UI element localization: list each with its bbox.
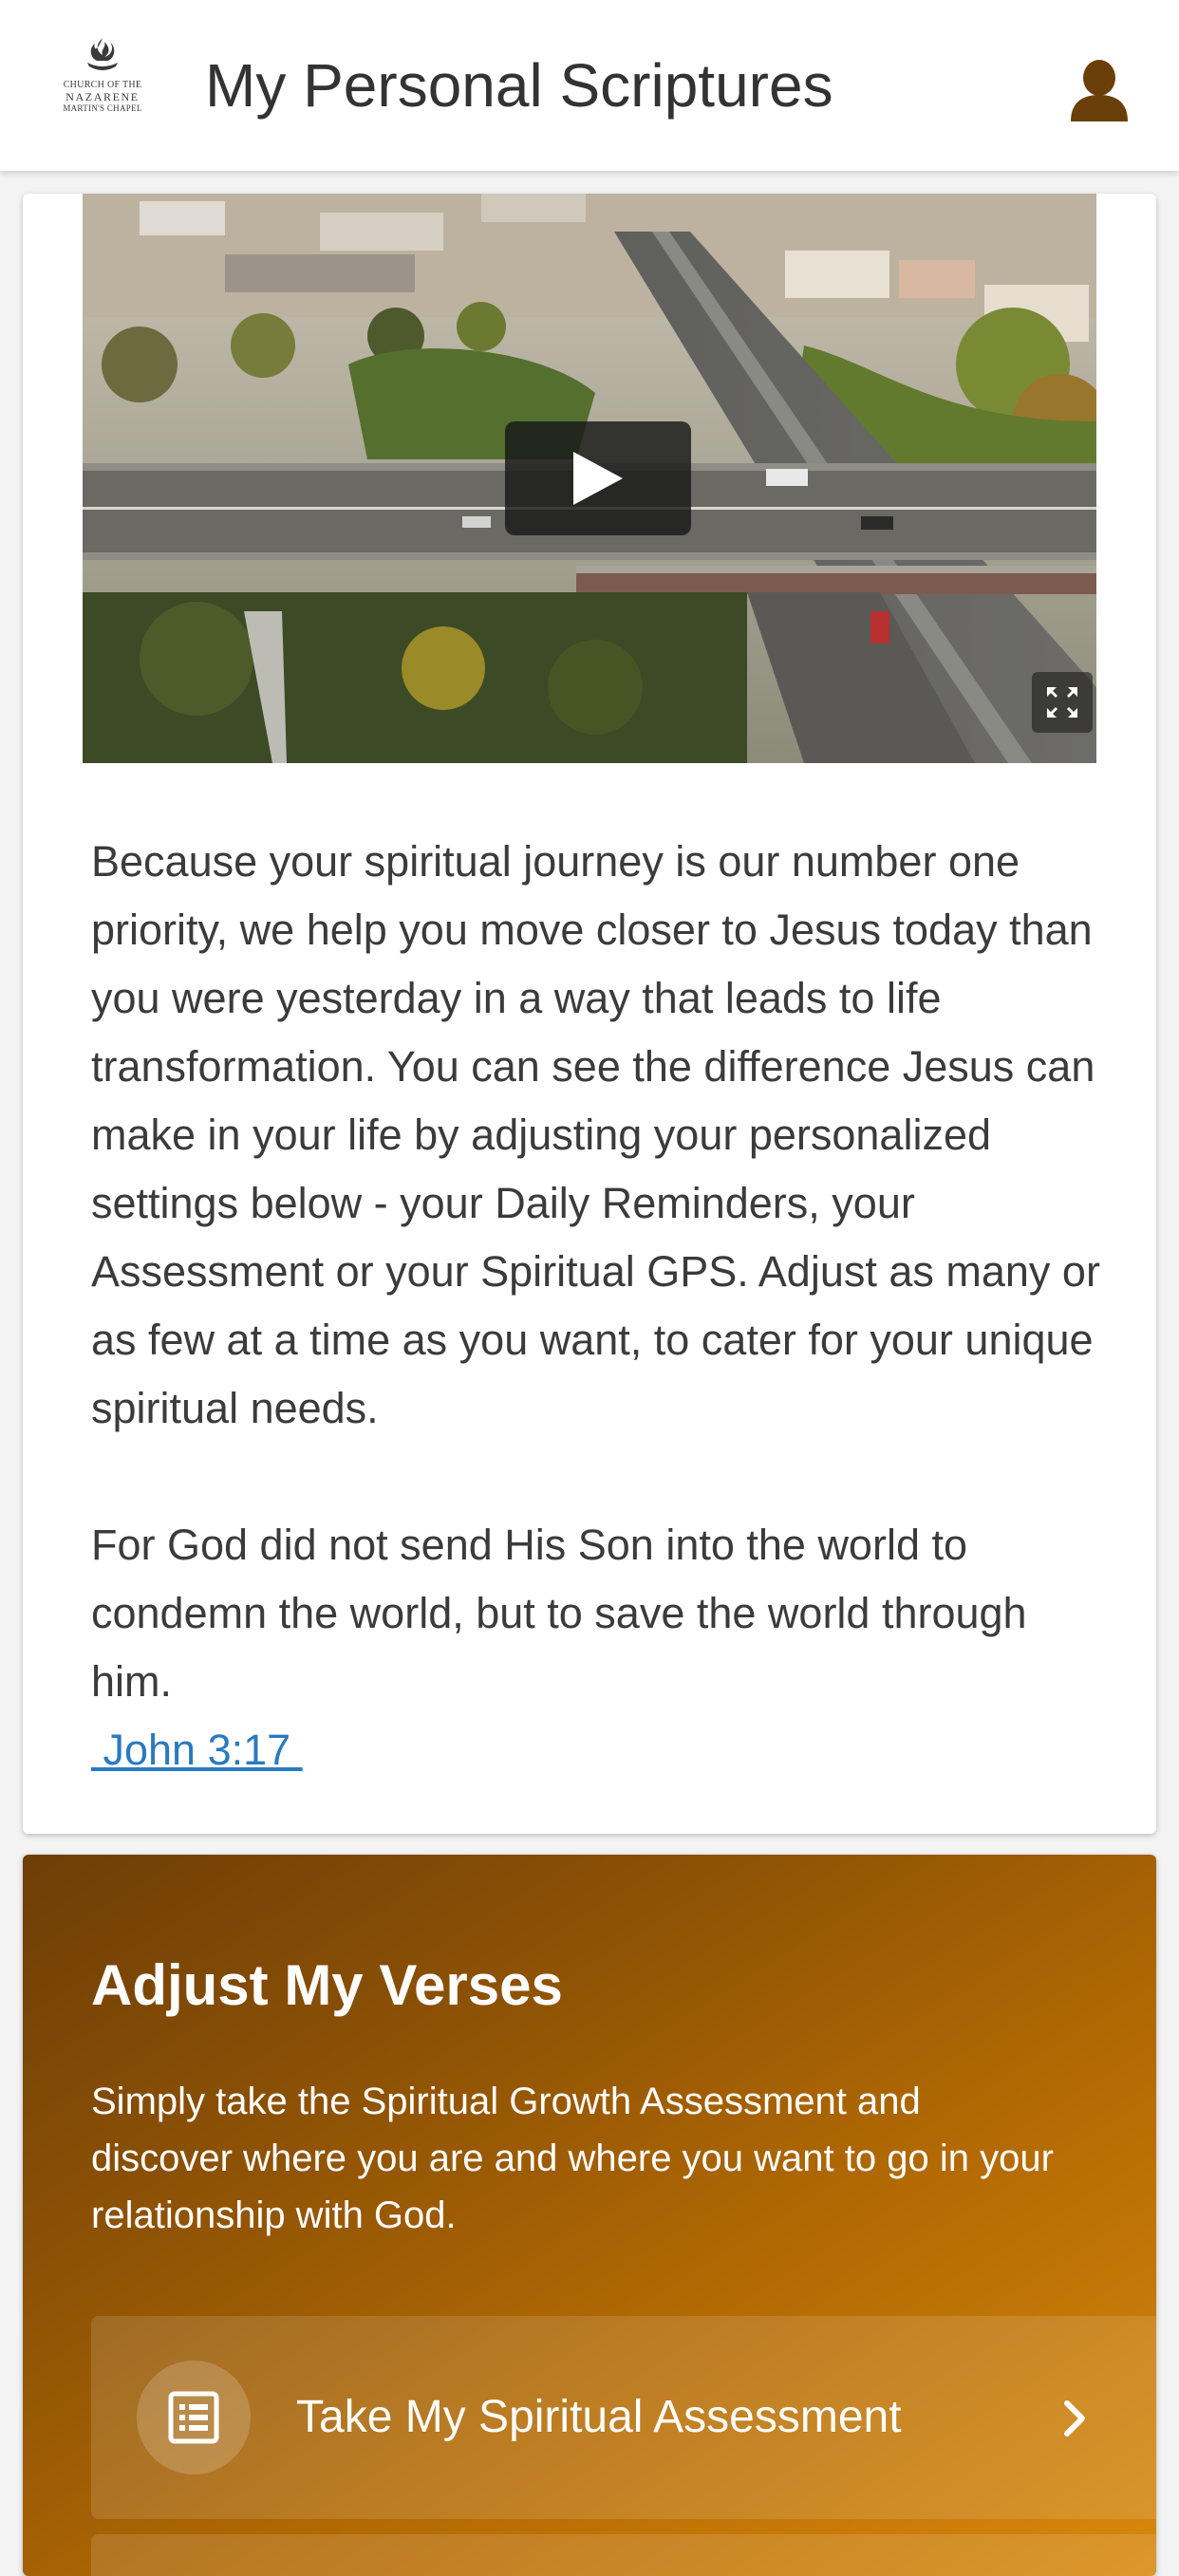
fullscreen-button[interactable]: [1032, 672, 1093, 733]
take-assessment-label: Take My Spiritual Assessment: [296, 2392, 902, 2442]
app-header: CHURCH OF THE NAZARENE MARTIN'S CHAPEL M…: [0, 0, 1179, 171]
list-icon: [137, 2361, 251, 2474]
page-title: My Personal Scriptures: [205, 51, 833, 120]
section-title: Adjust My Verses: [91, 1953, 563, 2017]
section-description: Simply take the Spiritual Growth Assessm…: [91, 2081, 1054, 2236]
chevron-right-icon: [1064, 2400, 1085, 2436]
take-assessment-button[interactable]: Take My Spiritual Assessment: [91, 2316, 1156, 2519]
scripture-reference-link[interactable]: John 3:17: [91, 1716, 303, 1784]
logo-line-chapel: MARTIN'S CHAPEL: [63, 103, 142, 113]
intro-card: Because your spiritual journey is our nu…: [23, 194, 1156, 1834]
play-button[interactable]: [505, 421, 691, 535]
play-icon: [573, 452, 623, 505]
scripture-verse: For God did not send His Son into the wo…: [91, 1521, 1027, 1706]
logo-line-nazarene: NAZARENE: [66, 90, 140, 103]
logo-line-church: CHURCH OF THE: [63, 80, 142, 90]
fullscreen-icon: [1047, 687, 1077, 718]
church-logo[interactable]: CHURCH OF THE NAZARENE MARTIN'S CHAPEL: [53, 36, 152, 131]
intro-video[interactable]: [83, 194, 1096, 763]
flame-icon: [87, 38, 118, 70]
next-option-button[interactable]: [91, 2534, 1156, 2576]
user-icon[interactable]: [1069, 59, 1130, 123]
intro-paragraph: Because your spiritual journey is our nu…: [91, 837, 1100, 1432]
adjust-verses-card: Adjust My Verses Simply take the Spiritu…: [23, 1855, 1156, 2576]
